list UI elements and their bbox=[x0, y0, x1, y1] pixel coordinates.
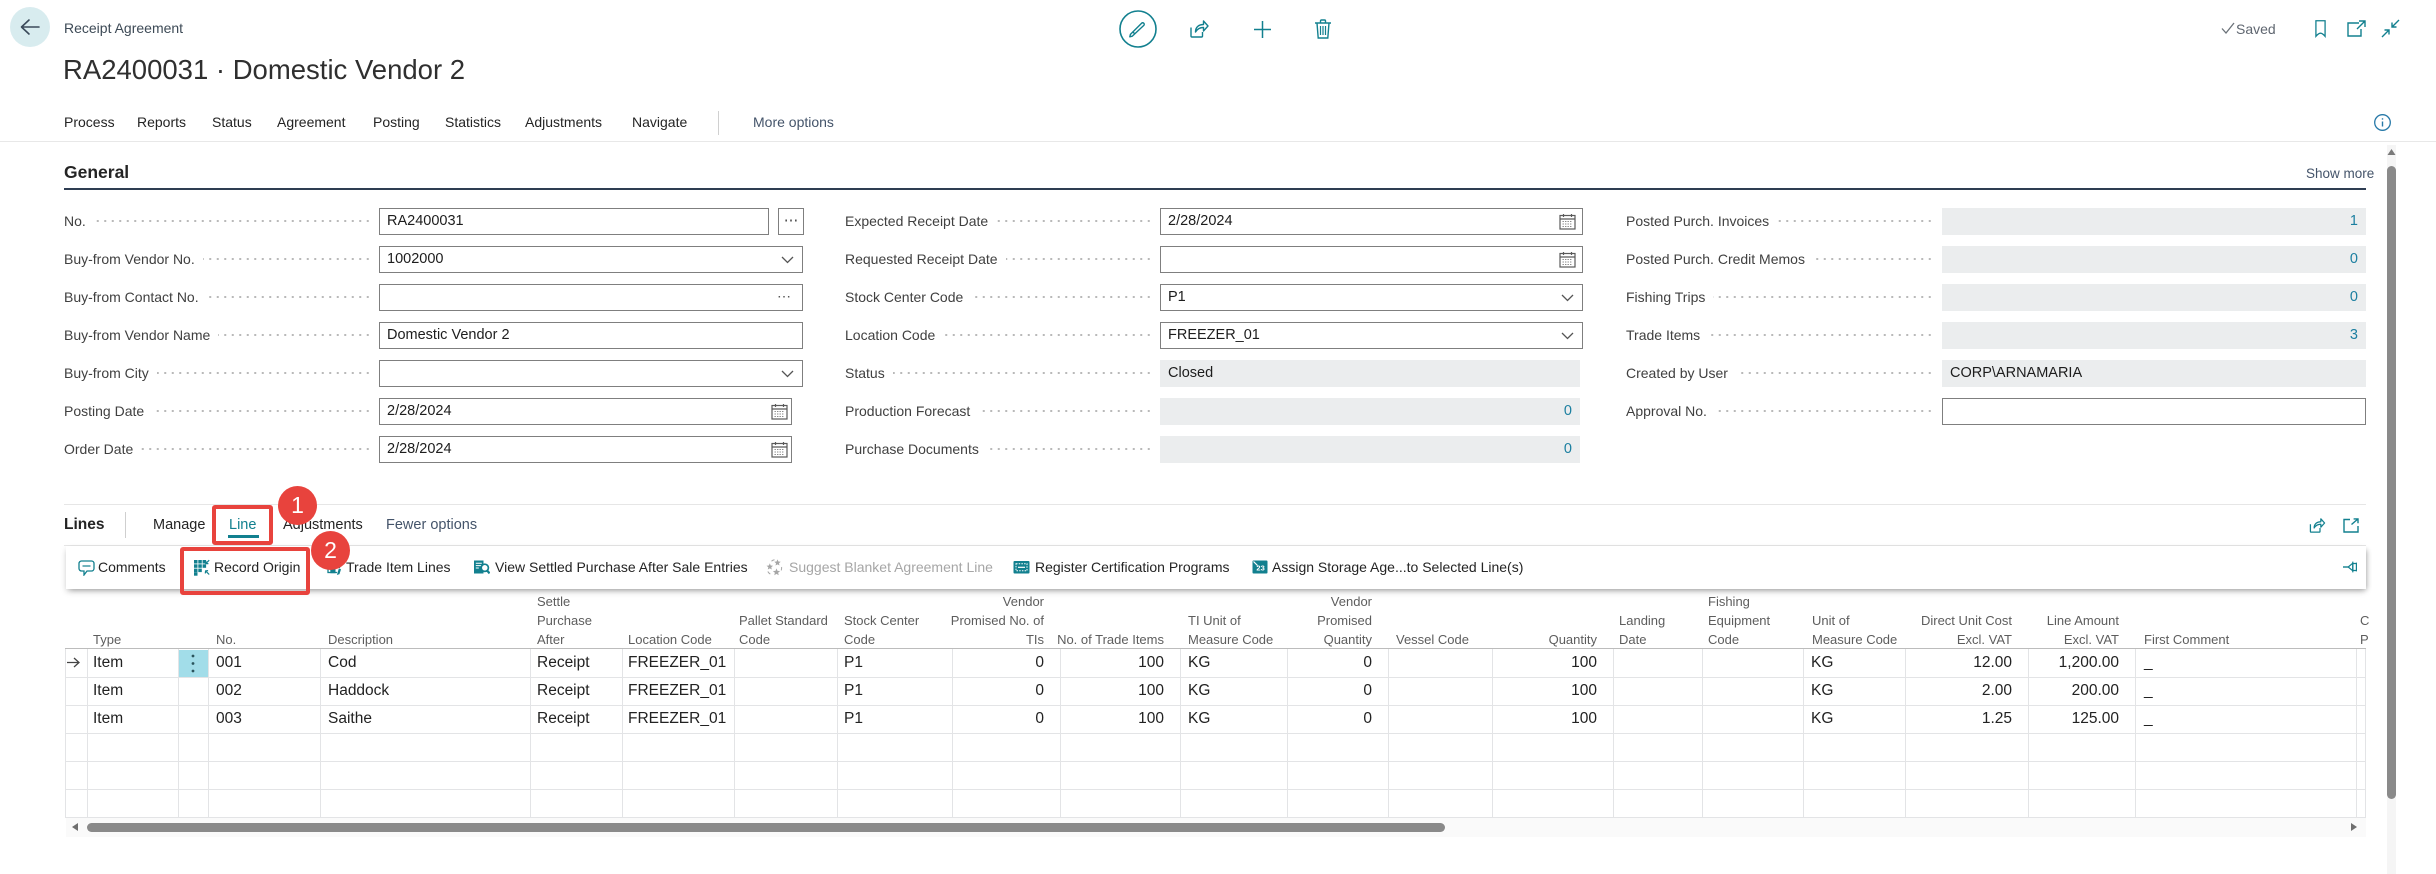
svg-text:23: 23 bbox=[1256, 564, 1264, 573]
